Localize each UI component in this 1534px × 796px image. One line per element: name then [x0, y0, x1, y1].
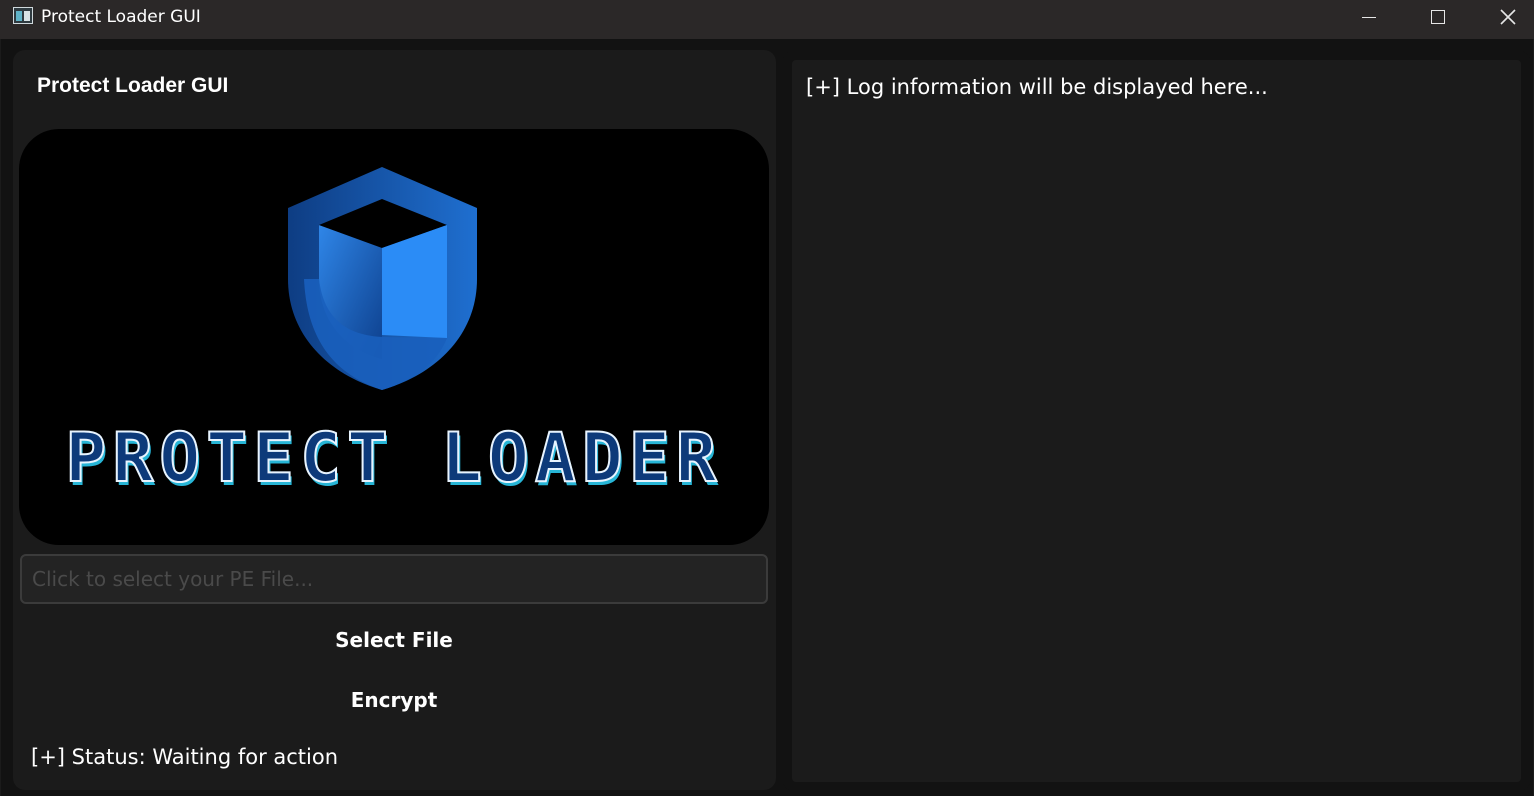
close-button[interactable] [1473, 0, 1534, 34]
panel-title: Protect Loader GUI [37, 74, 229, 97]
minimize-icon [1362, 16, 1376, 18]
logo-text: PROTECT LOADER [64, 418, 723, 499]
select-file-button[interactable]: Select File [20, 618, 768, 662]
maximize-button[interactable] [1403, 0, 1473, 34]
log-panel[interactable]: [+] Log information will be displayed he… [782, 50, 1531, 792]
encrypt-button[interactable]: Encrypt [20, 678, 768, 722]
status-text: [+] Status: Waiting for action [31, 745, 339, 769]
title-bar: Protect Loader GUI [0, 0, 1534, 39]
maximize-icon [1431, 10, 1445, 24]
close-icon [1500, 9, 1516, 25]
minimize-button[interactable] [1334, 0, 1404, 34]
logo-banner: PROTECT LOADER [19, 129, 769, 545]
window-title: Protect Loader GUI [41, 7, 201, 27]
file-path-input[interactable] [20, 554, 768, 604]
control-panel: Protect Loader GUI PROTECT LOADER Click … [13, 50, 776, 790]
log-text: [+] Log information will be displayed he… [806, 75, 1268, 99]
app-icon [13, 7, 33, 24]
window-body: Protect Loader GUI PROTECT LOADER Click … [1, 39, 1533, 796]
